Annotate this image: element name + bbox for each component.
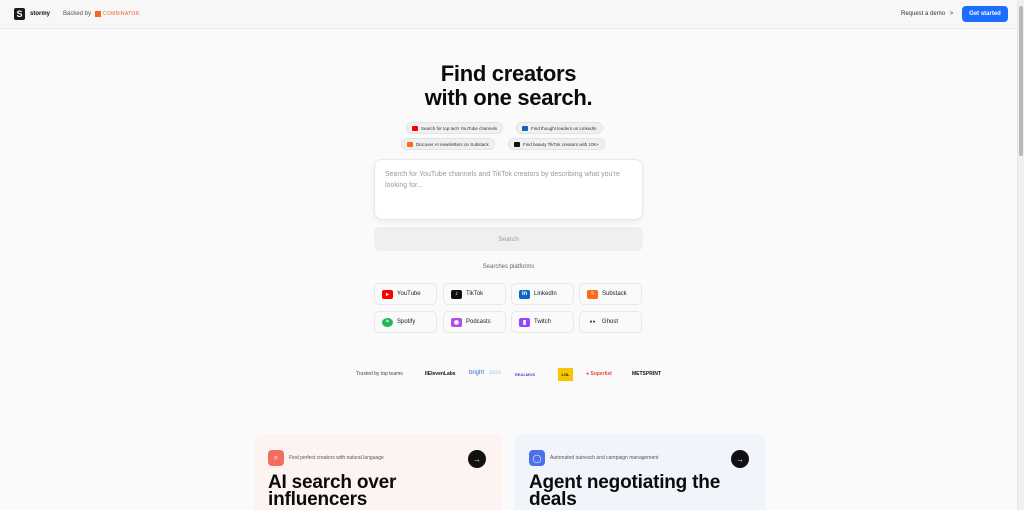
hero-title-line-1: Find creators [440, 61, 577, 86]
request-demo-label: Request a demo [901, 11, 946, 17]
platform-podcasts[interactable]: ◉ Podcasts [443, 311, 506, 333]
search-input[interactable] [385, 169, 633, 213]
backer-logo: COMBINATOR [95, 11, 139, 17]
logo-lol: LOL [558, 368, 573, 381]
tiktok-icon: ♪ [451, 289, 462, 299]
platform-label: LinkedIn [534, 291, 557, 297]
suggestion-chip-substack[interactable]: Discover AI newsletters on Substack [401, 138, 495, 150]
twitch-icon: ▮ [519, 317, 530, 327]
hero-title: Find creators with one search. [340, 62, 677, 110]
logo-realmos: REALMOS [515, 372, 535, 377]
suggestion-chip-youtube[interactable]: Search for top tech YouTube channels [406, 122, 504, 134]
youtube-icon [412, 125, 418, 131]
spotify-icon: ≈ [382, 317, 393, 327]
logo-elevenlabs: IIElevenLabs [425, 371, 456, 377]
arrow-right-icon[interactable]: → [731, 450, 749, 468]
backed-by-label: Backed by [63, 11, 92, 17]
trusted-label: Trusted by top teams [356, 371, 403, 377]
platform-label: Substack [602, 291, 627, 297]
search-button[interactable]: Search [374, 227, 643, 251]
platform-label: Podcasts [466, 319, 491, 325]
platform-label: YouTube [397, 291, 421, 297]
chip-label: Find beauty TikTok creators with 10K+ [523, 141, 600, 147]
feature-card-agent: ◯ Automated outreach and campaign manage… [515, 434, 765, 510]
suggestion-chip-linkedin[interactable]: Find thought leaders on LinkedIn [516, 122, 603, 134]
platform-ghost[interactable]: ●● Ghost [579, 311, 642, 333]
request-demo-link[interactable]: Request a demo > [901, 11, 953, 17]
backer-logo-icon [95, 11, 102, 17]
stormy-logo[interactable]: S stormy [14, 8, 50, 20]
logo-superlist: ● Superlist [586, 371, 612, 377]
platform-label: Spotify [397, 319, 416, 325]
backer-name: COMBINATOR [103, 11, 140, 17]
platform-tiktok[interactable]: ♪ TikTok [443, 283, 506, 305]
feature-subtitle: Find perfect creators with natural langu… [289, 455, 384, 461]
platforms-label: Searches platforms [482, 264, 535, 270]
stormy-logo-icon: S [14, 8, 25, 20]
top-bar: S stormy Backed by COMBINATOR Request a … [0, 0, 1017, 29]
youtube-icon: ▸ [382, 289, 393, 299]
podcasts-icon: ◉ [451, 317, 462, 327]
logo-superlist-text: Superlist [590, 371, 612, 377]
feature-card-search: ⌕ Find perfect creators with natural lan… [254, 434, 502, 510]
feature-subtitle: Automated outreach and campaign manageme… [550, 455, 659, 461]
platform-youtube[interactable]: ▸ YouTube [374, 283, 437, 305]
chat-icon: ◯ [529, 450, 545, 466]
linkedin-icon [522, 125, 528, 131]
chevron-right-icon: > [949, 11, 954, 17]
platform-substack[interactable]: ≡ Substack [579, 283, 642, 305]
scrollbar-thumb[interactable] [1019, 6, 1023, 156]
backed-by: Backed by COMBINATOR [63, 11, 139, 17]
logo-data: data [489, 370, 501, 376]
feature-title: AI search over influencers [268, 472, 397, 510]
platform-label: TikTok [466, 291, 484, 297]
search-box [374, 159, 643, 220]
linkedin-icon: in [519, 289, 530, 299]
feature-title: Agent negotiating the deals [529, 472, 721, 510]
chip-label: Discover AI newsletters on Substack [416, 141, 489, 147]
chip-label: Search for top tech YouTube channels [421, 125, 498, 131]
suggestion-chip-tiktok[interactable]: Find beauty TikTok creators with 10K+ [508, 138, 606, 150]
chip-label: Find thought leaders on LinkedIn [531, 125, 597, 131]
logo-bright: bright [469, 370, 485, 376]
hero-title-line-2: with one search. [424, 85, 593, 110]
platform-spotify[interactable]: ≈ Spotify [374, 311, 437, 333]
arrow-right-icon[interactable]: → [468, 450, 486, 468]
get-started-button[interactable]: Get started [962, 6, 1008, 22]
ghost-icon: ●● [589, 319, 596, 325]
platform-label: Ghost [602, 319, 619, 325]
substack-icon: ≡ [587, 289, 598, 299]
tiktok-icon [514, 141, 520, 147]
logo-metsprint: METSPRINT [632, 371, 661, 377]
platform-twitch[interactable]: ▮ Twitch [511, 311, 574, 333]
search-icon: ⌕ [268, 450, 284, 466]
brand-name: stormy [30, 11, 51, 17]
substack-icon [407, 141, 413, 147]
platform-label: Twitch [534, 319, 552, 325]
platform-linkedin[interactable]: in LinkedIn [511, 283, 574, 305]
